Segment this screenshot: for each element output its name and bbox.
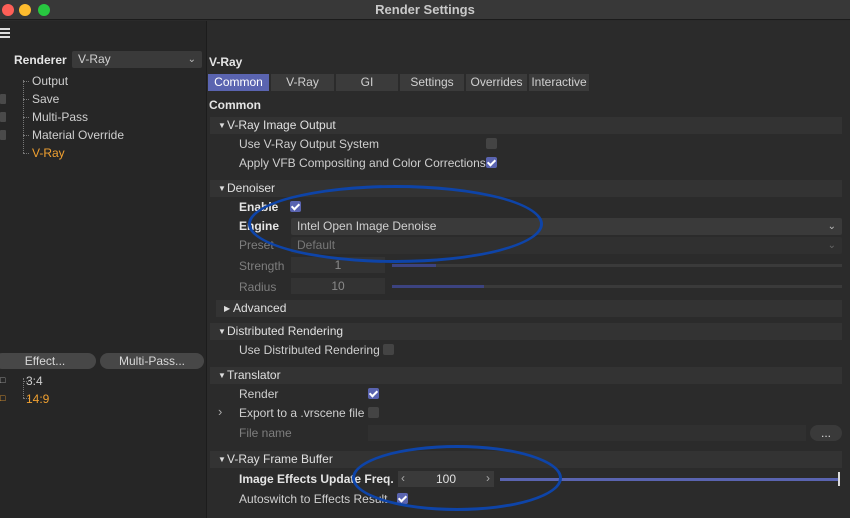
- tab-gi[interactable]: GI: [336, 74, 399, 91]
- preset-3-4[interactable]: 3:4: [26, 372, 43, 390]
- export-vrscene-label: Export to a .vrscene file: [239, 406, 365, 420]
- use-distributed-label: Use Distributed Rendering: [239, 343, 380, 357]
- window-title: Render Settings: [375, 2, 475, 17]
- use-output-system-label: Use V-Ray Output System: [239, 137, 380, 151]
- denoiser-radius-label: Radius: [239, 280, 277, 294]
- section-distributed[interactable]: ▼ Distributed Rendering: [210, 323, 842, 340]
- strength-slider-fill: [392, 264, 436, 267]
- use-distributed-checkbox[interactable]: [383, 344, 394, 355]
- tree-branch: [23, 135, 29, 136]
- section-translator-title: Translator: [227, 368, 281, 382]
- preset-icon: □: [0, 393, 6, 403]
- tree-branch: [23, 153, 29, 154]
- update-freq-slider-handle[interactable]: [838, 472, 840, 486]
- denoiser-radius-field[interactable]: 10: [291, 278, 385, 294]
- apply-vfb-checkbox[interactable]: [486, 157, 497, 168]
- panel-title: V-Ray: [209, 55, 243, 69]
- menu-icon[interactable]: [0, 28, 10, 38]
- effect-button[interactable]: Effect...: [0, 353, 96, 369]
- file-name-input[interactable]: [368, 425, 806, 441]
- renderer-select-value: V-Ray: [78, 52, 111, 66]
- annotation-ellipse: [248, 185, 543, 263]
- chevron-right-icon[interactable]: ›: [218, 404, 222, 419]
- strength-slider-track[interactable]: [392, 264, 842, 267]
- renderer-select[interactable]: V-Ray ⌄: [72, 51, 202, 68]
- multi-pass-button[interactable]: Multi-Pass...: [100, 353, 204, 369]
- left-pane: [0, 21, 206, 518]
- tree-item-save[interactable]: Save: [32, 90, 59, 108]
- renderer-label: Renderer: [14, 53, 67, 67]
- browse-button[interactable]: ...: [810, 425, 842, 441]
- section-advanced-title: Advanced: [233, 301, 287, 315]
- item-toggle-icon[interactable]: [0, 94, 6, 104]
- section-distributed-title: Distributed Rendering: [227, 324, 344, 338]
- chevron-down-icon: ⌄: [827, 240, 836, 251]
- tab-vray[interactable]: V-Ray: [271, 74, 335, 91]
- denoiser-strength-label: Strength: [239, 259, 285, 273]
- chevron-down-icon: ⌄: [827, 221, 836, 232]
- section-subtitle: Common: [209, 98, 261, 112]
- triangle-down-icon: ▼: [218, 455, 226, 464]
- tree-branch: [23, 81, 29, 82]
- file-name-label: File name: [239, 426, 292, 440]
- apply-vfb-label: Apply VFB Compositing and Color Correcti…: [239, 156, 486, 170]
- tree-item-output[interactable]: Output: [32, 72, 68, 90]
- item-toggle-icon[interactable]: [0, 130, 6, 140]
- use-output-system-checkbox[interactable]: [486, 138, 497, 149]
- tab-common[interactable]: Common: [208, 74, 270, 91]
- item-toggle-icon[interactable]: [0, 112, 6, 122]
- section-image-output-title: V-Ray Image Output: [227, 118, 336, 132]
- tree-item-material-override[interactable]: Material Override: [32, 126, 124, 144]
- preset-icon: □: [0, 375, 6, 385]
- tree-branch: [23, 117, 29, 118]
- triangle-down-icon: ▼: [218, 121, 226, 130]
- triangle-down-icon: ▼: [218, 327, 226, 336]
- section-vfb-title: V-Ray Frame Buffer: [227, 452, 333, 466]
- tree-item-multi-pass[interactable]: Multi-Pass: [32, 108, 88, 126]
- triangle-right-icon: ▶: [224, 304, 231, 313]
- render-label: Render: [239, 387, 279, 401]
- triangle-down-icon: ▼: [218, 184, 226, 193]
- tab-interactive[interactable]: Interactive: [529, 74, 590, 91]
- radius-slider-fill: [392, 285, 484, 288]
- preset-14-9[interactable]: 14:9: [26, 390, 49, 408]
- tree-branch: [23, 99, 29, 100]
- section-advanced[interactable]: ▶ Advanced: [216, 300, 842, 317]
- section-translator[interactable]: ▼ Translator: [210, 367, 842, 384]
- tree-item-vray[interactable]: V-Ray: [32, 144, 65, 162]
- render-checkbox[interactable]: [368, 388, 379, 399]
- title-bar: Render Settings: [0, 0, 850, 20]
- chevron-down-icon: ⌄: [187, 54, 196, 65]
- section-denoiser-title: Denoiser: [227, 181, 276, 195]
- triangle-down-icon: ▼: [218, 371, 226, 380]
- tab-overrides[interactable]: Overrides: [466, 74, 528, 91]
- tab-settings[interactable]: Settings: [400, 74, 465, 91]
- export-vrscene-checkbox[interactable]: [368, 407, 379, 418]
- annotation-ellipse: [352, 445, 562, 511]
- section-image-output[interactable]: ▼ V-Ray Image Output: [210, 117, 842, 134]
